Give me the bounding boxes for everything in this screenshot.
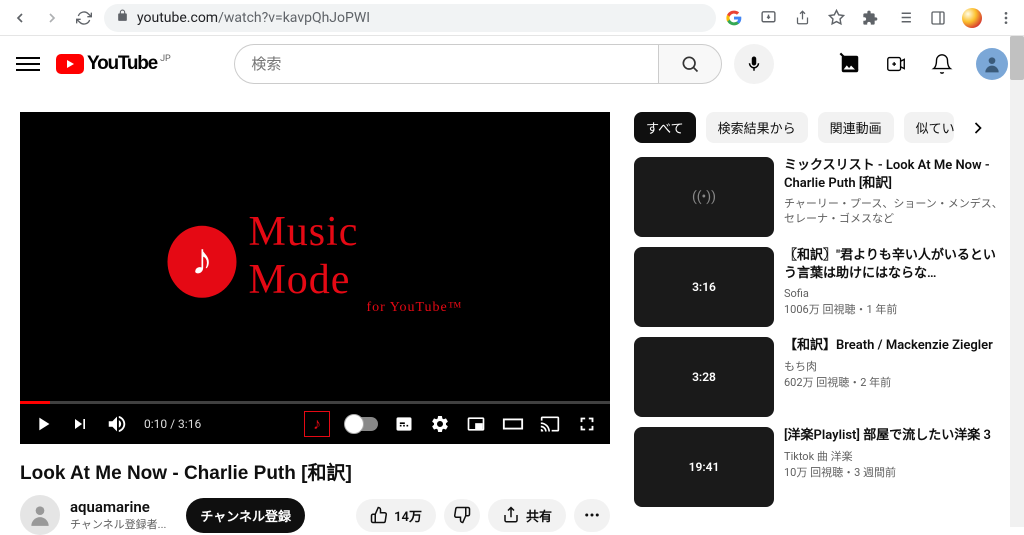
install-icon[interactable]	[758, 8, 778, 28]
extensions-icon[interactable]	[860, 8, 880, 28]
voice-search-button[interactable]	[734, 44, 774, 84]
chips-scroll-right[interactable]	[964, 114, 992, 142]
autoplay-toggle[interactable]	[346, 417, 378, 431]
recommendation-item[interactable]: 3:16 〖和訳〗"君よりも辛い人がいるという言葉は助けにはならな… Sofia10…	[634, 247, 1004, 327]
time-display: 0:10 / 3:16	[144, 417, 201, 431]
video-duration: 3:28	[692, 370, 716, 384]
settings-button[interactable]	[430, 414, 450, 434]
chrome-menu-icon[interactable]	[996, 8, 1016, 28]
url-text: youtube.com/watch?v=kavpQhJoPWI	[137, 10, 370, 26]
fullscreen-button[interactable]	[576, 413, 598, 435]
chrome-profile-avatar[interactable]	[962, 8, 982, 28]
music-mode-button[interactable]: ♪	[304, 411, 330, 437]
google-icon[interactable]	[724, 8, 744, 28]
video-duration: 3:16	[692, 280, 716, 294]
cast-button[interactable]	[540, 414, 560, 434]
video-player[interactable]: ♪ Music Mode for YouTube™ 0:10 / 3:16 ♪	[20, 112, 610, 444]
search-input[interactable]	[234, 44, 658, 84]
address-bar[interactable]: youtube.com/watch?v=kavpQhJoPWI	[104, 4, 716, 32]
country-code: JP	[160, 54, 171, 64]
player-controls: 0:10 / 3:16 ♪	[20, 404, 610, 444]
chip-all[interactable]: すべて	[634, 112, 696, 143]
recommendation-channel: Sofia	[784, 286, 1004, 301]
account-avatar[interactable]	[976, 48, 1008, 80]
channel-subscriber-count: チャンネル登録者...	[70, 516, 166, 532]
volume-button[interactable]	[106, 413, 128, 435]
filter-chips: すべて 検索結果から 関連動画 似ている	[634, 112, 1004, 143]
bookmark-icon[interactable]	[826, 8, 846, 28]
share-icon[interactable]	[792, 8, 812, 28]
back-button[interactable]	[8, 6, 32, 30]
chip-from-search[interactable]: 検索結果から	[706, 112, 808, 143]
recommendation-meta: 602万 回視聴・2 年前	[784, 374, 1004, 390]
mix-icon: ((•))	[692, 189, 716, 205]
notifications-button[interactable]	[930, 52, 954, 76]
subscribe-button[interactable]: チャンネル登録	[186, 498, 305, 533]
hamburger-menu[interactable]	[16, 52, 40, 76]
recommendation-channel: もち肉	[784, 359, 1004, 374]
recommendation-meta: 10万 回視聴・3 週間前	[784, 464, 1004, 480]
sidepanel-icon[interactable]	[928, 8, 948, 28]
recommendation-thumbnail: 19:41	[634, 427, 774, 507]
recommendation-channel: チャーリー・プース、ショーン・メンデス、セレーナ・ゴメスなど	[784, 196, 1004, 227]
recommendation-channel: Tiktok 曲 洋楽	[784, 449, 1004, 464]
reload-button[interactable]	[72, 6, 96, 30]
lock-icon	[116, 9, 129, 26]
youtube-header: YouTube JP	[0, 36, 1024, 92]
youtube-wordmark: YouTube	[87, 53, 157, 75]
video-meta-row: aquamarine チャンネル登録者... チャンネル登録 14万 共有	[20, 495, 610, 535]
recommendation-thumbnail: ((•))	[634, 157, 774, 237]
youtube-play-icon	[56, 54, 84, 74]
music-mode-overlay: ♪ Music Mode for YouTube™	[168, 208, 463, 316]
next-button[interactable]	[70, 414, 90, 434]
forward-button[interactable]	[40, 6, 64, 30]
recommendation-title: [洋楽Playlist] 部屋で流したい洋楽 3	[784, 427, 1004, 445]
browser-toolbar: youtube.com/watch?v=kavpQhJoPWI	[0, 0, 1024, 36]
create-button[interactable]	[884, 52, 908, 76]
channel-name[interactable]: aquamarine	[70, 498, 166, 516]
recommendation-thumbnail: 3:28	[634, 337, 774, 417]
recommendation-title: 【和訳】Breath / Mackenzie Ziegler	[784, 337, 1004, 355]
music-mode-title: Music Mode	[248, 208, 462, 304]
recommendation-thumbnail: 3:16	[634, 247, 774, 327]
chip-related[interactable]: 関連動画	[818, 112, 894, 143]
search-button[interactable]	[658, 44, 722, 84]
video-duration: 19:41	[689, 460, 720, 474]
video-title: Look At Me Now - Charlie Puth [和訳]	[20, 458, 610, 485]
image-icon[interactable]	[838, 52, 862, 76]
channel-avatar[interactable]	[20, 495, 60, 535]
recommendation-item[interactable]: 19:41 [洋楽Playlist] 部屋で流したい洋楽 3 Tiktok 曲 洋楽…	[634, 427, 1004, 507]
recommendation-title: ミックスリスト - Look At Me Now - Charlie Puth …	[784, 157, 1004, 192]
theater-button[interactable]	[502, 413, 524, 435]
recommendations-sidebar: すべて 検索結果から 関連動画 似ている ((•)) ミックスリスト - Look…	[634, 112, 1004, 535]
recommendation-item[interactable]: 3:28 【和訳】Breath / Mackenzie Ziegler もち肉602…	[634, 337, 1004, 417]
recommendation-item[interactable]: ((•)) ミックスリスト - Look At Me Now - Charlie …	[634, 157, 1004, 237]
page-scrollbar[interactable]	[1010, 36, 1024, 527]
youtube-logo[interactable]: YouTube JP	[56, 53, 171, 75]
miniplayer-button[interactable]	[466, 414, 486, 434]
recommendation-title: 〖和訳〗"君よりも辛い人がいるという言葉は助けにはならな…	[784, 247, 1004, 282]
music-mode-disc-icon: ♪	[168, 226, 237, 298]
reading-list-icon[interactable]	[894, 8, 914, 28]
chip-similar[interactable]: 似ている	[904, 112, 954, 143]
recommendation-meta: 1006万 回視聴・1 年前	[784, 301, 1004, 317]
play-button[interactable]	[32, 413, 54, 435]
subtitles-button[interactable]	[394, 414, 414, 434]
search-box	[234, 44, 722, 84]
